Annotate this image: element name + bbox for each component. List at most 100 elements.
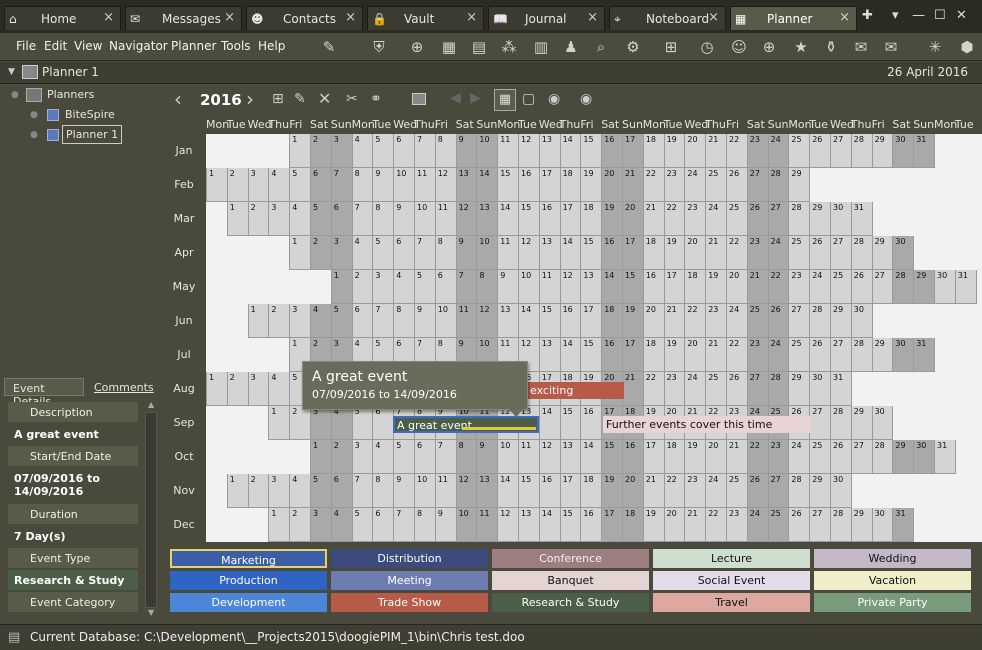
day-cell[interactable]: 9 bbox=[393, 474, 415, 508]
day-cell[interactable]: 4 bbox=[393, 270, 415, 304]
delete-icon[interactable]: ✕ bbox=[318, 89, 331, 108]
day-cell[interactable]: 29 bbox=[850, 406, 873, 440]
day-cell[interactable]: 18 bbox=[580, 202, 603, 236]
day-cell[interactable]: 3 bbox=[330, 236, 353, 270]
day-cell[interactable]: 19 bbox=[622, 304, 644, 338]
day-cell[interactable]: 27 bbox=[767, 202, 790, 236]
day-cell[interactable]: 18 bbox=[622, 508, 644, 542]
day-cell[interactable]: 28 bbox=[767, 168, 790, 202]
day-cell[interactable]: 10 bbox=[497, 440, 519, 474]
day-cell[interactable]: 13 bbox=[455, 168, 478, 202]
day-cell[interactable]: 6 bbox=[330, 202, 353, 236]
day-cell[interactable]: 24 bbox=[746, 508, 769, 542]
day-cell[interactable]: 16 bbox=[538, 474, 561, 508]
close-icon[interactable]: × bbox=[587, 10, 598, 25]
day-cell[interactable]: 28 bbox=[788, 474, 811, 508]
day-cell[interactable]: 7 bbox=[414, 236, 436, 270]
day-cell[interactable]: 26 bbox=[809, 134, 831, 168]
legend-trade-show[interactable]: Trade Show bbox=[331, 593, 488, 612]
day-cell[interactable]: 3 bbox=[268, 474, 291, 508]
tab-journal[interactable]: 📖 Journal × bbox=[488, 6, 605, 30]
day-cell[interactable]: 7 bbox=[351, 474, 374, 508]
day-cell[interactable]: 18 bbox=[601, 304, 623, 338]
day-cell[interactable]: 25 bbox=[788, 338, 811, 372]
day-cell[interactable]: 14 bbox=[538, 406, 561, 440]
day-cell[interactable]: 18 bbox=[642, 338, 665, 372]
edit-pencil-icon[interactable]: ✎ bbox=[294, 91, 306, 107]
day-cell[interactable]: 4 bbox=[289, 474, 311, 508]
gear-icon[interactable]: ⚙ bbox=[622, 36, 644, 58]
day-cell[interactable]: 28 bbox=[871, 440, 894, 474]
day-cell[interactable]: 1 bbox=[289, 236, 311, 270]
day-cell[interactable]: 23 bbox=[767, 440, 790, 474]
day-cell[interactable]: 15 bbox=[559, 406, 582, 440]
day-cell[interactable]: 23 bbox=[788, 270, 811, 304]
day-cell[interactable]: 18 bbox=[684, 270, 707, 304]
day-cell[interactable]: 1 bbox=[226, 474, 249, 508]
day-cell[interactable]: 17 bbox=[663, 270, 686, 304]
day-cell[interactable]: 21 bbox=[705, 134, 727, 168]
day-cell[interactable]: 21 bbox=[705, 338, 727, 372]
day-cell[interactable]: 2 bbox=[247, 474, 270, 508]
day-cell[interactable]: 28 bbox=[830, 508, 852, 542]
day-cell[interactable]: 5 bbox=[414, 270, 436, 304]
day-cell[interactable]: 16 bbox=[622, 440, 644, 474]
tab-comments[interactable]: Comments bbox=[88, 378, 154, 396]
close-icon[interactable]: × bbox=[466, 10, 477, 25]
day-cell[interactable]: 11 bbox=[434, 202, 457, 236]
day-cell[interactable]: 24 bbox=[788, 440, 811, 474]
search-list-icon[interactable]: ⌕ bbox=[590, 36, 612, 58]
day-cell[interactable]: 28 bbox=[850, 338, 873, 372]
day-cell[interactable]: 4 bbox=[289, 202, 311, 236]
day-cell[interactable]: 30 bbox=[892, 236, 915, 270]
day-cell[interactable]: 7 bbox=[434, 440, 457, 474]
day-cell[interactable]: 15 bbox=[580, 338, 603, 372]
menu-help[interactable]: Help bbox=[258, 39, 285, 53]
calculator-icon[interactable]: ▥ bbox=[530, 36, 552, 58]
day-cell[interactable]: 27 bbox=[746, 168, 769, 202]
day-cell[interactable]: 1 bbox=[206, 168, 228, 202]
day-cell[interactable]: 10 bbox=[414, 474, 436, 508]
day-cell[interactable]: 5 bbox=[393, 440, 415, 474]
globe-icon[interactable]: ⊕ bbox=[406, 36, 428, 58]
day-cell[interactable]: 12 bbox=[434, 168, 457, 202]
day-cell[interactable]: 26 bbox=[746, 202, 769, 236]
day-cell[interactable]: 21 bbox=[663, 304, 686, 338]
legend-development[interactable]: Development bbox=[170, 593, 327, 612]
day-cell[interactable]: 9 bbox=[455, 134, 478, 168]
day-cell[interactable]: 28 bbox=[850, 236, 873, 270]
day-cell[interactable]: 11 bbox=[538, 270, 561, 304]
day-cell[interactable]: 22 bbox=[684, 304, 707, 338]
day-cell[interactable]: 16 bbox=[559, 304, 582, 338]
day-cell[interactable]: 21 bbox=[726, 440, 748, 474]
day-cell[interactable]: 23 bbox=[684, 474, 707, 508]
day-cell[interactable]: 31 bbox=[934, 440, 956, 474]
day-cell[interactable]: 25 bbox=[830, 270, 852, 304]
day-cell[interactable]: 28 bbox=[830, 406, 852, 440]
day-cell[interactable]: 14 bbox=[559, 134, 582, 168]
day-cell[interactable]: 9 bbox=[434, 508, 457, 542]
day-cell[interactable]: 8 bbox=[393, 304, 415, 338]
day-cell[interactable]: 9 bbox=[497, 270, 519, 304]
day-cell[interactable]: 17 bbox=[622, 236, 644, 270]
day-cell[interactable]: 8 bbox=[434, 236, 457, 270]
event-further-events[interactable]: Further events cover this time bbox=[603, 416, 811, 433]
day-cell[interactable]: 21 bbox=[642, 202, 665, 236]
maximize-icon[interactable]: ☐ bbox=[934, 8, 946, 23]
day-cell[interactable]: 25 bbox=[705, 168, 727, 202]
day-cell[interactable]: 8 bbox=[434, 134, 457, 168]
day-cell[interactable]: 29 bbox=[809, 202, 831, 236]
day-cell[interactable]: 25 bbox=[746, 304, 769, 338]
day-cell[interactable]: 15 bbox=[559, 508, 582, 542]
day-cell[interactable]: 28 bbox=[809, 304, 831, 338]
day-cell[interactable]: 16 bbox=[580, 406, 603, 440]
day-cell[interactable]: 4 bbox=[372, 440, 395, 474]
day-cell[interactable]: 24 bbox=[705, 202, 727, 236]
day-cell[interactable]: 4 bbox=[268, 372, 291, 406]
day-cell[interactable]: 22 bbox=[663, 474, 686, 508]
day-cell[interactable]: 13 bbox=[580, 270, 603, 304]
menu-view[interactable]: View bbox=[74, 39, 102, 53]
day-cell[interactable]: 16 bbox=[642, 270, 665, 304]
day-cell[interactable]: 13 bbox=[538, 236, 561, 270]
day-cell[interactable]: 15 bbox=[497, 168, 519, 202]
